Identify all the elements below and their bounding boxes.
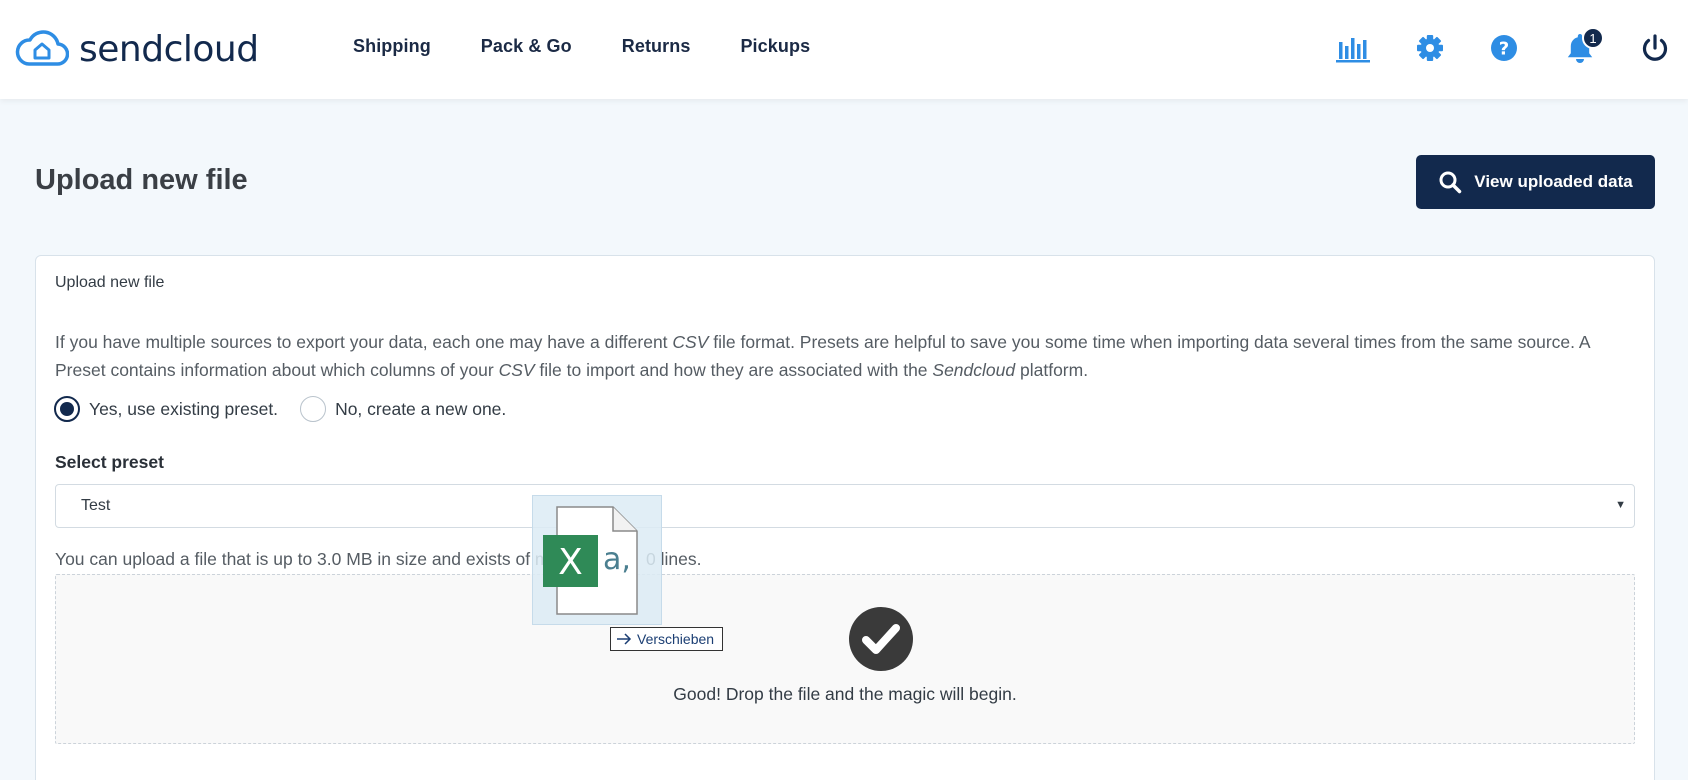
description-text: If you have multiple sources to export y… <box>55 332 673 352</box>
notification-badge: 1 <box>1582 27 1604 49</box>
description-brand: Sendcloud <box>932 360 1016 380</box>
excel-letter: X <box>558 542 583 583</box>
upload-note-text: You can upload a file that is up to 3.0 … <box>55 549 568 569</box>
dragged-file-ghost: X a, <box>532 495 662 625</box>
svg-text:?: ? <box>1499 39 1509 60</box>
upload-card: Upload new file If you have multiple sou… <box>35 255 1655 780</box>
page-title: Upload new file <box>35 164 248 196</box>
description-csv: CSV <box>672 332 709 352</box>
search-icon <box>1439 171 1462 194</box>
analytics-icon[interactable] <box>1335 30 1371 68</box>
preset-radio-group: Yes, use existing preset. No, create a n… <box>54 396 506 422</box>
description-csv: CSV <box>498 360 535 380</box>
card-header: Upload new file <box>55 274 165 291</box>
arrow-right-icon <box>617 633 632 645</box>
radio-button-checked[interactable] <box>54 396 80 422</box>
radio-create-new-preset[interactable]: No, create a new one. <box>300 396 506 422</box>
radio-label: No, create a new one. <box>335 398 507 419</box>
preset-select-value: Test <box>81 497 111 514</box>
top-bar: sendcloud Shipping Pack & Go Returns Pic… <box>0 0 1688 99</box>
checkmark-circle-icon <box>849 607 913 671</box>
top-icons: ? <box>0 30 1688 70</box>
caret-down-icon: ▼ <box>1615 499 1626 511</box>
power-icon[interactable] <box>1637 30 1673 68</box>
move-tooltip-label: Verschieben <box>637 631 715 647</box>
drag-move-tooltip: Verschieben <box>610 627 724 651</box>
view-uploaded-data-label: View uploaded data <box>1474 172 1633 191</box>
help-icon[interactable]: ? <box>1486 30 1522 68</box>
gear-icon[interactable] <box>1412 30 1448 68</box>
view-uploaded-data-button[interactable]: View uploaded data <box>1416 155 1655 209</box>
preset-description: If you have multiple sources to export y… <box>55 328 1645 384</box>
file-dropzone[interactable]: Good! Drop the file and the magic will b… <box>55 574 1635 744</box>
select-preset-label: Select preset <box>55 452 164 472</box>
description-text: platform. <box>1015 360 1089 380</box>
excel-file-icon: X a, <box>543 506 638 615</box>
radio-label: Yes, use existing preset. <box>89 398 279 419</box>
csv-glyph: a, <box>603 542 631 577</box>
preset-select[interactable]: Test ▼ <box>55 484 1635 528</box>
drop-message: Good! Drop the file and the magic will b… <box>673 684 1017 704</box>
description-text: file to import and how they are associat… <box>534 360 933 380</box>
radio-use-existing-preset[interactable]: Yes, use existing preset. <box>54 396 278 422</box>
radio-button[interactable] <box>300 396 327 422</box>
